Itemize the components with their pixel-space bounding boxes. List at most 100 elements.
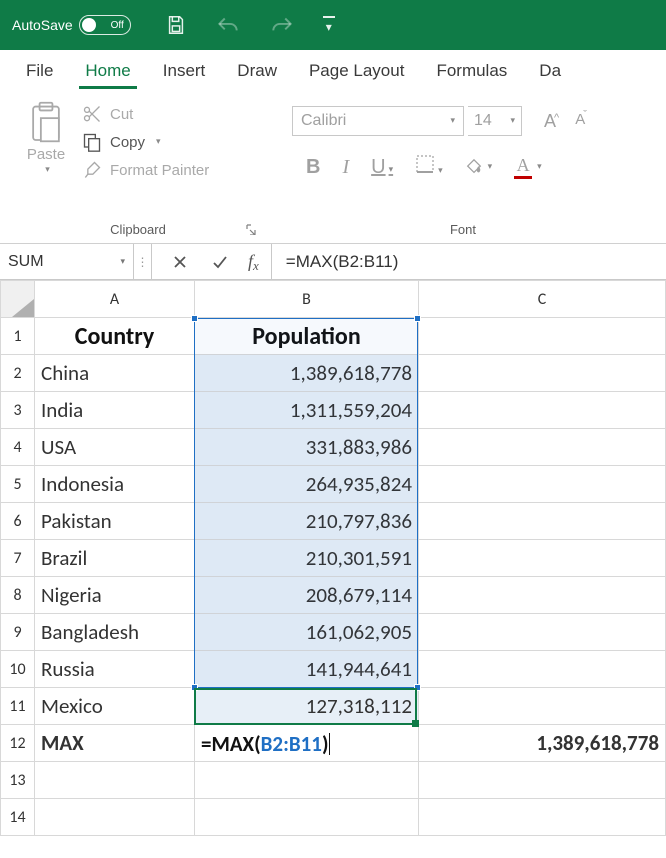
row-header[interactable]: 2 bbox=[1, 355, 35, 392]
autosave-control[interactable]: AutoSave Off bbox=[12, 15, 131, 35]
increase-font-size-button[interactable]: A^ bbox=[544, 111, 561, 132]
cell[interactable]: 331,883,986 bbox=[195, 429, 419, 466]
cell[interactable]: Russia bbox=[35, 651, 195, 688]
undo-icon[interactable] bbox=[215, 14, 241, 36]
cell[interactable] bbox=[419, 762, 666, 799]
tab-page-layout[interactable]: Page Layout bbox=[293, 50, 420, 92]
row-header[interactable]: 10 bbox=[1, 651, 35, 688]
active-cell[interactable]: =MAX(B2:B11) bbox=[195, 725, 419, 762]
tab-file[interactable]: File bbox=[10, 50, 69, 92]
enter-button[interactable] bbox=[200, 244, 240, 280]
redo-icon[interactable] bbox=[269, 14, 295, 36]
select-all-corner[interactable] bbox=[1, 281, 35, 318]
cell[interactable]: 210,797,836 bbox=[195, 503, 419, 540]
column-header-c[interactable]: C bbox=[419, 281, 666, 318]
cell[interactable] bbox=[419, 429, 666, 466]
font-color-button[interactable]: A ▾ bbox=[514, 155, 542, 179]
decrease-font-size-button[interactable]: Aˇ bbox=[575, 111, 589, 132]
cell[interactable] bbox=[35, 799, 195, 836]
cell[interactable]: 208,679,114 bbox=[195, 577, 419, 614]
row-header[interactable]: 14 bbox=[1, 799, 35, 836]
cut-button[interactable]: Cut bbox=[82, 104, 209, 124]
underline-button[interactable]: U▾ bbox=[371, 156, 393, 179]
cell[interactable]: China bbox=[35, 355, 195, 392]
row-header[interactable]: 13 bbox=[1, 762, 35, 799]
cell[interactable]: MAX bbox=[35, 725, 195, 762]
cancel-button[interactable] bbox=[160, 244, 200, 280]
row-header[interactable]: 1 bbox=[1, 318, 35, 355]
tab-insert[interactable]: Insert bbox=[147, 50, 222, 92]
cell[interactable] bbox=[419, 614, 666, 651]
row-header[interactable]: 6 bbox=[1, 503, 35, 540]
cell[interactable] bbox=[419, 540, 666, 577]
cell[interactable] bbox=[195, 799, 419, 836]
copy-button[interactable]: Copy ▾ bbox=[82, 132, 209, 152]
expand-name-box-icon[interactable]: ⋮ bbox=[137, 255, 149, 269]
row-header[interactable]: 5 bbox=[1, 466, 35, 503]
cell[interactable]: Pakistan bbox=[35, 503, 195, 540]
borders-button[interactable]: ▾ bbox=[415, 154, 443, 180]
cell[interactable]: 1,389,618,778 bbox=[419, 725, 666, 762]
group-font: Calibri ▾ 14 ▾ A^ Aˇ B I bbox=[268, 96, 658, 243]
cell[interactable]: Bangladesh bbox=[35, 614, 195, 651]
cell[interactable] bbox=[419, 355, 666, 392]
cell[interactable] bbox=[419, 799, 666, 836]
font-size-combo[interactable]: 14 ▾ bbox=[468, 106, 522, 136]
tab-formulas[interactable]: Formulas bbox=[420, 50, 523, 92]
italic-button[interactable]: I bbox=[342, 156, 349, 179]
chevron-down-icon: ▾ bbox=[389, 164, 394, 174]
cell[interactable] bbox=[419, 651, 666, 688]
cell[interactable]: Nigeria bbox=[35, 577, 195, 614]
cell[interactable] bbox=[419, 503, 666, 540]
cell[interactable] bbox=[419, 392, 666, 429]
cell[interactable]: 141,944,641 bbox=[195, 651, 419, 688]
column-header-a[interactable]: A bbox=[35, 281, 195, 318]
row-header[interactable]: 8 bbox=[1, 577, 35, 614]
tab-draw[interactable]: Draw bbox=[221, 50, 293, 92]
cell[interactable]: 1,311,559,204 bbox=[195, 392, 419, 429]
cell[interactable]: Population bbox=[195, 318, 419, 355]
insert-function-button[interactable]: fx bbox=[240, 251, 267, 272]
cell[interactable]: India bbox=[35, 392, 195, 429]
cell[interactable] bbox=[419, 466, 666, 503]
cell[interactable] bbox=[419, 318, 666, 355]
cell[interactable] bbox=[195, 762, 419, 799]
cell[interactable]: 210,301,591 bbox=[195, 540, 419, 577]
customize-qat-icon[interactable]: ▾ bbox=[323, 16, 335, 34]
tab-home[interactable]: Home bbox=[69, 50, 146, 92]
cell[interactable]: Country bbox=[35, 318, 195, 355]
row-header[interactable]: 3 bbox=[1, 392, 35, 429]
tab-data[interactable]: Da bbox=[523, 50, 577, 92]
font-name-combo[interactable]: Calibri ▾ bbox=[292, 106, 464, 136]
save-icon[interactable] bbox=[165, 14, 187, 36]
cell[interactable]: 161,062,905 bbox=[195, 614, 419, 651]
name-box[interactable]: SUM ▾ bbox=[0, 244, 134, 279]
row-header[interactable]: 4 bbox=[1, 429, 35, 466]
dialog-launcher-icon[interactable] bbox=[244, 223, 258, 237]
cell[interactable]: 127,318,112 bbox=[195, 688, 419, 725]
cell[interactable]: Indonesia bbox=[35, 466, 195, 503]
cell[interactable]: 1,389,618,778 bbox=[195, 355, 419, 392]
bold-button[interactable]: B bbox=[306, 156, 320, 179]
fill-color-button[interactable]: ▾ bbox=[465, 158, 493, 176]
cell[interactable] bbox=[419, 577, 666, 614]
format-painter-button[interactable]: Format Painter bbox=[82, 160, 209, 180]
column-header-b[interactable]: B bbox=[195, 281, 419, 318]
autosave-toggle[interactable]: Off bbox=[79, 15, 131, 35]
cell[interactable]: 264,935,824 bbox=[195, 466, 419, 503]
row-header[interactable]: 12 bbox=[1, 725, 35, 762]
row-header[interactable]: 11 bbox=[1, 688, 35, 725]
font-name-value: Calibri bbox=[301, 112, 346, 130]
paste-button[interactable]: Paste ▾ bbox=[14, 100, 78, 176]
row-header[interactable]: 9 bbox=[1, 614, 35, 651]
cell[interactable]: Brazil bbox=[35, 540, 195, 577]
cell[interactable]: Mexico bbox=[35, 688, 195, 725]
format-painter-label: Format Painter bbox=[110, 162, 209, 179]
font-size-value: 14 bbox=[474, 112, 492, 130]
formula-bar[interactable]: =MAX(B2:B11) bbox=[272, 244, 666, 279]
cell[interactable]: USA bbox=[35, 429, 195, 466]
worksheet-grid[interactable]: A B C 1 Country Population 2 China 1,389… bbox=[0, 280, 666, 836]
cell[interactable] bbox=[419, 688, 666, 725]
row-header[interactable]: 7 bbox=[1, 540, 35, 577]
cell[interactable] bbox=[35, 762, 195, 799]
